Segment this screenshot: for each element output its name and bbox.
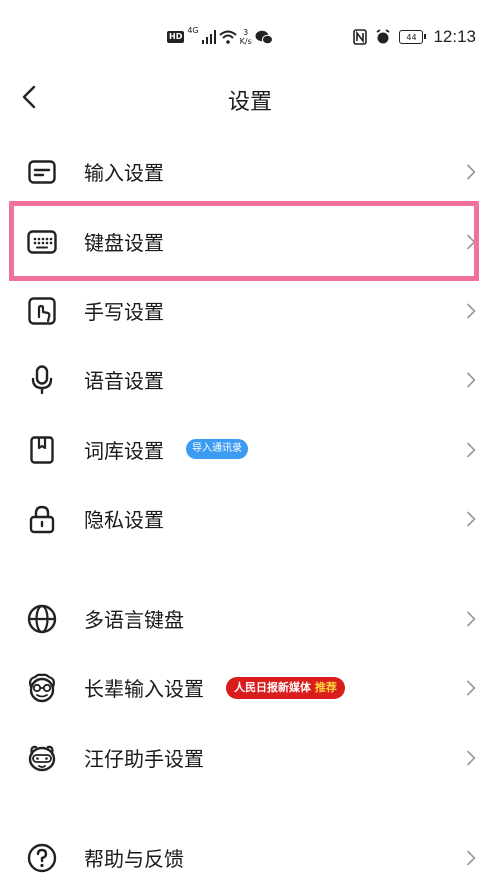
elder-face-icon <box>26 672 58 704</box>
chevron-right-icon <box>464 162 478 182</box>
alarm-icon <box>376 29 390 44</box>
microphone-icon <box>26 364 58 396</box>
settings-item-label: 隐私设置 <box>84 508 164 532</box>
speed-unit: K/s <box>239 37 252 46</box>
chevron-right-icon <box>464 509 478 529</box>
chevron-right-icon <box>464 848 478 868</box>
settings-item-assistant[interactable]: 汪仔助手设置 <box>0 723 500 792</box>
import-contacts-badge[interactable]: 导入通讯录 <box>186 439 248 459</box>
dog-face-icon <box>26 742 58 774</box>
signal-icon <box>201 30 216 44</box>
people-daily-badge: 人民日报新媒体 推荐 <box>226 677 345 699</box>
settings-item-label: 手写设置 <box>84 300 164 324</box>
settings-item-input[interactable]: 输入设置 <box>0 137 500 206</box>
chevron-right-icon <box>464 609 478 629</box>
status-right: 44 12:13 <box>353 24 476 50</box>
settings-item-voice[interactable]: 语音设置 <box>0 345 500 414</box>
settings-item-label: 输入设置 <box>84 161 164 185</box>
settings-item-label: 键盘设置 <box>84 231 164 255</box>
settings-item-label: 汪仔助手设置 <box>84 747 204 771</box>
speed-value: 3 <box>243 28 249 37</box>
settings-item-label: 长辈输入设置 <box>84 677 204 701</box>
wechat-icon <box>255 30 273 44</box>
settings-item-help[interactable]: 帮助与反馈 <box>0 823 500 892</box>
settings-item-label: 语音设置 <box>84 369 164 393</box>
network-speed: 3 K/s <box>240 28 252 46</box>
status-left: HD 4G 3 K/s <box>167 24 273 50</box>
nfc-icon <box>353 29 368 45</box>
settings-item-handwriting[interactable]: 手写设置 <box>0 276 500 345</box>
settings-item-elder[interactable]: 长辈输入设置 人民日报新媒体 推荐 <box>0 653 500 722</box>
chevron-right-icon <box>464 678 478 698</box>
chevron-right-icon <box>464 370 478 390</box>
page-title: 设置 <box>227 90 272 115</box>
badge-accent-text: 推荐 <box>314 681 337 694</box>
network-type: 4G <box>187 26 199 35</box>
handwriting-icon <box>26 295 58 327</box>
badge-main-text: 人民日报新媒体 <box>234 681 311 694</box>
book-icon <box>26 434 58 466</box>
settings-item-label: 多语言键盘 <box>84 608 184 632</box>
settings-item-lexicon[interactable]: 词库设置 导入通讯录 <box>0 415 500 484</box>
header: 设置 <box>0 72 500 124</box>
chevron-right-icon <box>464 301 478 321</box>
settings-item-multilang[interactable]: 多语言键盘 <box>0 584 500 653</box>
settings-item-privacy[interactable]: 隐私设置 <box>0 484 500 553</box>
keyboard-icon <box>26 226 58 258</box>
settings-item-keyboard[interactable]: 键盘设置 <box>0 207 500 276</box>
input-icon <box>26 156 58 188</box>
settings-item-label: 词库设置 <box>84 439 164 463</box>
globe-icon <box>26 603 58 635</box>
wifi-icon <box>218 30 237 44</box>
lock-icon <box>26 503 58 535</box>
clock: 12:13 <box>433 27 476 46</box>
chevron-right-icon <box>464 748 478 768</box>
status-bar: HD 4G 3 K/s 44 12:13 <box>0 0 500 72</box>
help-icon <box>26 842 58 874</box>
battery-icon: 44 <box>399 30 427 44</box>
chevron-right-icon <box>464 232 478 252</box>
hd-icon: HD <box>167 31 185 43</box>
chevron-right-icon <box>464 440 478 460</box>
settings-item-label: 帮助与反馈 <box>84 847 184 871</box>
